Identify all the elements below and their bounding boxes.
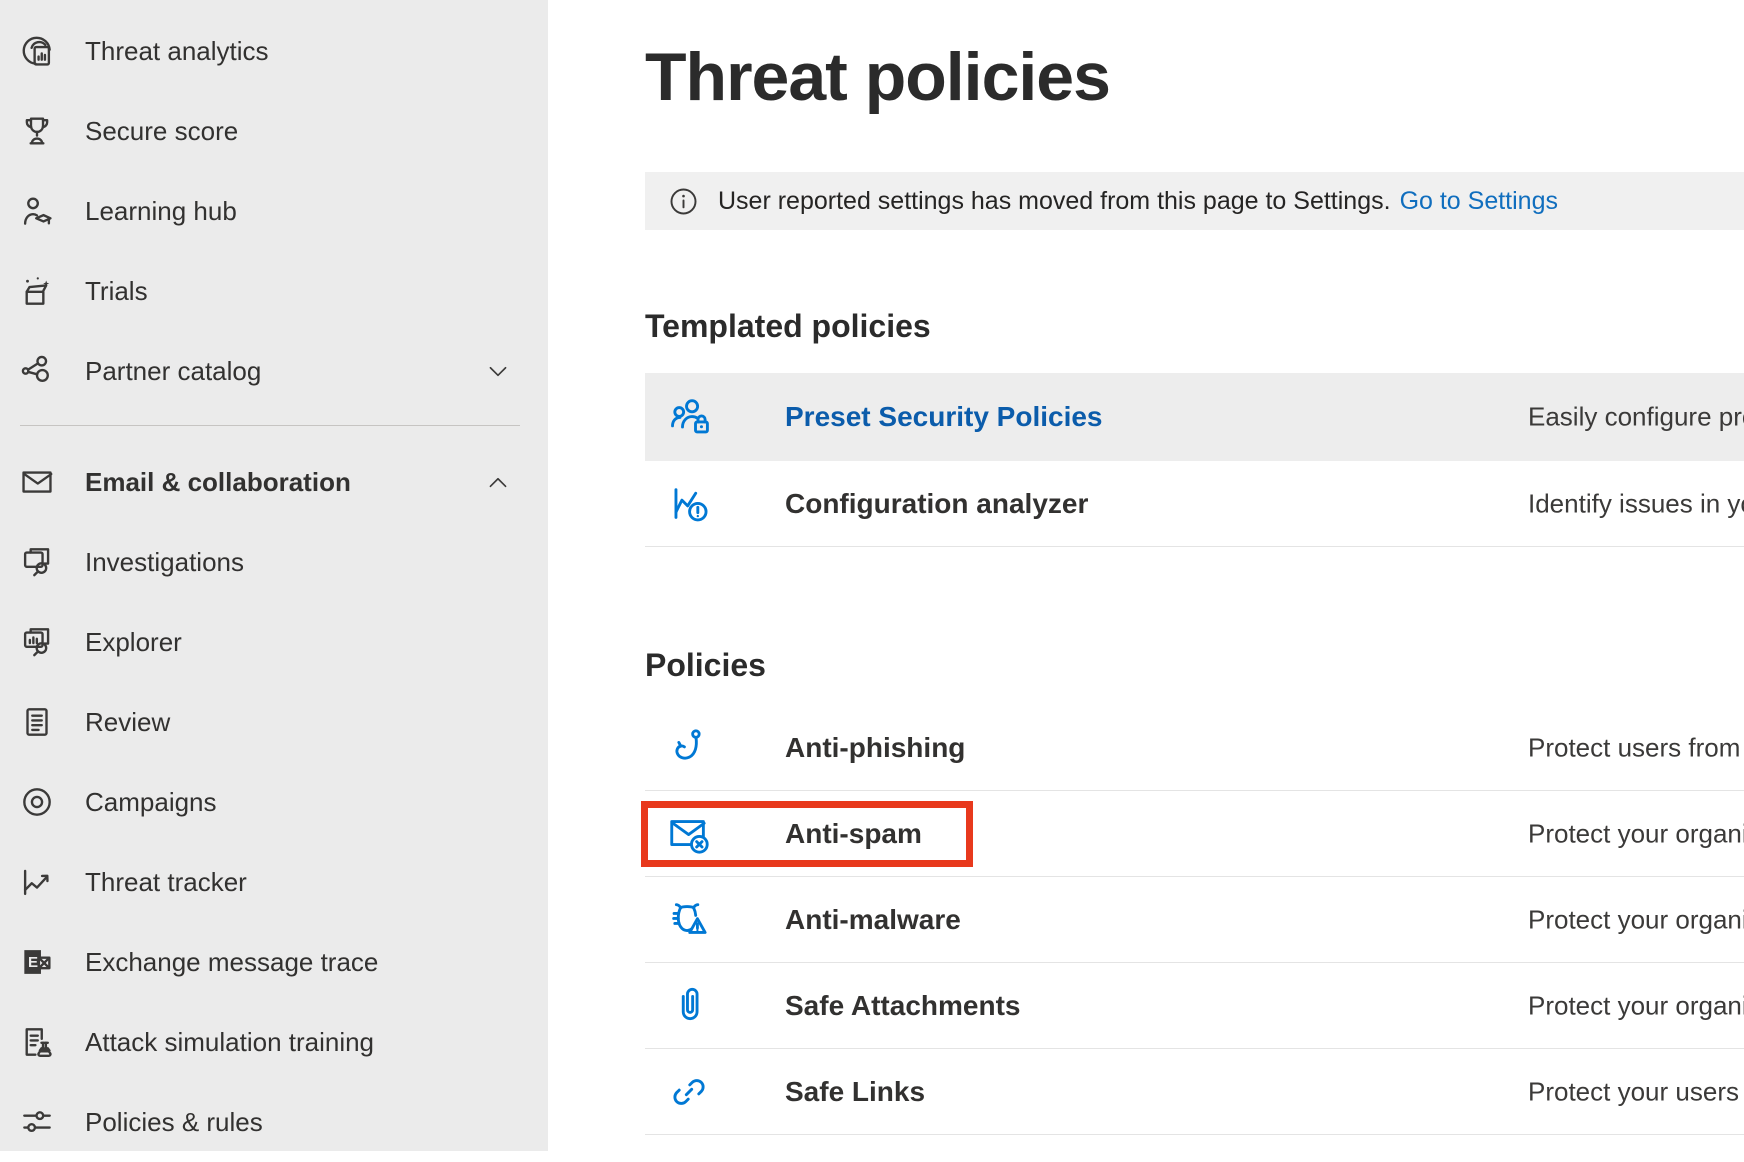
row-label[interactable]: Preset Security Policies	[785, 401, 1103, 433]
sidebar-item-investigations[interactable]: Investigations	[0, 522, 548, 602]
explorer-icon	[17, 622, 57, 662]
email-collaboration-icon	[17, 462, 57, 502]
page-title: Threat policies	[645, 36, 1744, 118]
sidebar-item-learning-hub[interactable]: Learning hub	[0, 171, 548, 251]
chevron-down-icon[interactable]	[485, 358, 511, 384]
main-content: Threat policies User reported settings h…	[645, 0, 1744, 1151]
sidebar-item-label: Explorer	[85, 627, 182, 658]
row-anti-malware[interactable]: Anti-malware Protect your organiz	[645, 877, 1744, 963]
row-configuration-analyzer[interactable]: Configuration analyzer Identify issues i…	[645, 461, 1744, 547]
templated-policies-heading: Templated policies	[645, 306, 1744, 346]
configuration-analyzer-icon	[666, 481, 712, 527]
investigations-icon	[17, 542, 57, 582]
anti-malware-bug-icon	[666, 897, 712, 943]
policies-heading: Policies	[645, 645, 1744, 685]
row-preset-security-policies[interactable]: Preset Security Policies Easily configur…	[645, 373, 1744, 461]
safe-links-chain-icon	[666, 1069, 712, 1115]
row-description: Identify issues in you	[1528, 488, 1744, 519]
campaigns-bullseye-icon	[17, 782, 57, 822]
row-anti-spam[interactable]: Anti-spam Protect your organiz	[645, 791, 1744, 877]
exchange-icon: E	[17, 942, 57, 982]
row-label[interactable]: Anti-phishing	[785, 732, 965, 764]
sidebar-divider	[20, 425, 520, 426]
sidebar-item-attack-simulation-training[interactable]: Attack simulation training	[0, 1002, 548, 1082]
attack-simulation-icon	[17, 1022, 57, 1062]
row-label[interactable]: Safe Attachments	[785, 990, 1020, 1022]
left-navigation-sidebar: Threat analytics Secure score Learning h…	[0, 0, 548, 1151]
partner-catalog-icon	[17, 351, 57, 391]
sidebar-item-label: Threat analytics	[85, 36, 269, 67]
policies-list: Anti-phishing Protect users from p Anti-…	[645, 705, 1744, 1135]
row-description: Easily configure prot	[1528, 402, 1744, 433]
secure-score-trophy-icon	[17, 111, 57, 151]
sidebar-item-label: Email & collaboration	[85, 467, 351, 498]
row-description: Protect your organiz	[1528, 904, 1744, 935]
sidebar-item-label: Exchange message trace	[85, 947, 378, 978]
sidebar-item-threat-tracker[interactable]: Threat tracker	[0, 842, 548, 922]
row-description: Protect your organiz	[1528, 818, 1744, 849]
threat-tracker-chart-icon	[17, 862, 57, 902]
sidebar-item-label: Attack simulation training	[85, 1027, 374, 1058]
banner-message: User reported settings has moved from th…	[718, 187, 1391, 216]
policies-rules-sliders-icon	[17, 1102, 57, 1142]
row-label[interactable]: Anti-malware	[785, 904, 961, 936]
row-label[interactable]: Configuration analyzer	[785, 488, 1088, 520]
row-description: Protect your users fr	[1528, 1076, 1744, 1107]
row-safe-attachments[interactable]: Safe Attachments Protect your organiz	[645, 963, 1744, 1049]
info-banner: User reported settings has moved from th…	[645, 172, 1744, 230]
sidebar-item-label: Partner catalog	[85, 356, 261, 387]
sidebar-item-explorer[interactable]: Explorer	[0, 602, 548, 682]
safe-attachments-paperclip-icon	[666, 983, 712, 1029]
sidebar-item-label: Threat tracker	[85, 867, 247, 898]
sidebar-item-label: Investigations	[85, 547, 244, 578]
sidebar-item-exchange-message-trace[interactable]: E Exchange message trace	[0, 922, 548, 1002]
anti-spam-icon	[666, 811, 712, 857]
row-label[interactable]: Anti-spam	[785, 818, 922, 850]
row-description: Protect users from p	[1528, 732, 1744, 763]
learning-hub-icon	[17, 191, 57, 231]
sidebar-item-label: Learning hub	[85, 196, 237, 227]
sidebar-item-campaigns[interactable]: Campaigns	[0, 762, 548, 842]
go-to-settings-link[interactable]: Go to Settings	[1400, 187, 1558, 216]
row-description: Protect your organiz	[1528, 990, 1744, 1021]
review-icon	[17, 702, 57, 742]
sidebar-item-label: Campaigns	[85, 787, 217, 818]
anti-phishing-hook-icon	[666, 725, 712, 771]
sidebar-item-label: Review	[85, 707, 170, 738]
svg-text:E: E	[28, 954, 38, 971]
row-label[interactable]: Safe Links	[785, 1076, 925, 1108]
row-anti-phishing[interactable]: Anti-phishing Protect users from p	[645, 705, 1744, 791]
chevron-up-icon[interactable]	[485, 469, 511, 495]
sidebar-item-policies-rules[interactable]: Policies & rules	[0, 1082, 548, 1162]
sidebar-item-email-collaboration[interactable]: Email & collaboration	[0, 442, 548, 522]
threat-analytics-icon	[17, 31, 57, 71]
sidebar-item-partner-catalog[interactable]: Partner catalog	[0, 331, 548, 411]
sidebar-item-threat-analytics[interactable]: Threat analytics	[0, 11, 548, 91]
row-safe-links[interactable]: Safe Links Protect your users fr	[645, 1049, 1744, 1135]
trials-icon	[17, 271, 57, 311]
sidebar-item-label: Trials	[85, 276, 148, 307]
sidebar-item-label: Secure score	[85, 116, 238, 147]
sidebar-item-secure-score[interactable]: Secure score	[0, 91, 548, 171]
sidebar-item-label: Policies & rules	[85, 1107, 263, 1138]
templated-policies-list: Preset Security Policies Easily configur…	[645, 373, 1744, 547]
sidebar-item-trials[interactable]: Trials	[0, 251, 548, 331]
info-icon	[668, 186, 699, 217]
sidebar-item-review[interactable]: Review	[0, 682, 548, 762]
preset-security-policies-icon	[666, 394, 712, 440]
